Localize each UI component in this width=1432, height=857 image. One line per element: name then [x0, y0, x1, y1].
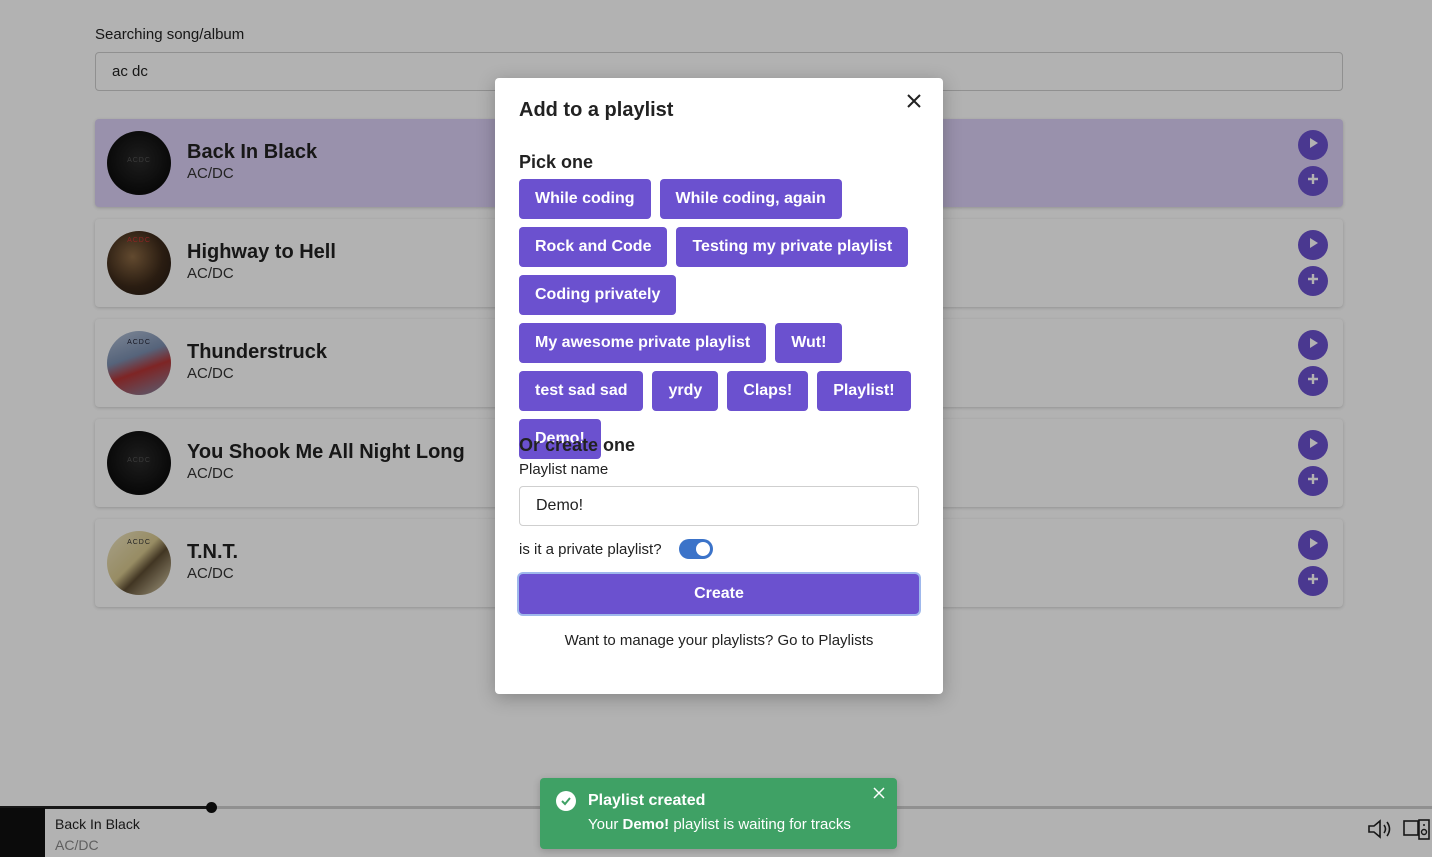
playlist-chips: While coding While coding, again Rock an… [519, 179, 927, 459]
playlist-chip[interactable]: Coding privately [519, 275, 677, 315]
add-to-playlist-dialog: Add to a playlist Pick one While coding … [495, 78, 943, 694]
playlist-chip[interactable]: While coding, again [659, 179, 842, 219]
playlist-chip[interactable]: While coding [519, 179, 651, 219]
toast-message-suffix: playlist is waiting for tracks [673, 816, 851, 833]
toggle-knob [696, 542, 710, 556]
playlist-chip[interactable]: Playlist! [817, 371, 911, 411]
playlist-chip[interactable]: test sad sad [519, 371, 644, 411]
playlist-name-value: Demo! [536, 497, 584, 514]
check-circle-icon [556, 791, 576, 811]
playlist-chip[interactable]: My awesome private playlist [519, 323, 767, 363]
playlist-chip[interactable]: Testing my private playlist [676, 227, 909, 267]
pick-one-heading: Pick one [519, 152, 594, 172]
playlist-chip[interactable]: Claps! [727, 371, 809, 411]
close-button[interactable] [903, 92, 925, 114]
playlist-name-label: Playlist name [519, 461, 609, 478]
playlist-chip[interactable]: yrdy [652, 371, 719, 411]
manage-playlists-link[interactable]: Want to manage your playlists? Go to Pla… [495, 632, 943, 649]
playlist-chip[interactable]: Rock and Code [519, 227, 668, 267]
toast-close-button[interactable] [873, 786, 887, 800]
toast-playlist-name: Demo! [622, 816, 670, 833]
playlist-name-input[interactable]: Demo! [519, 486, 919, 526]
success-toast: Playlist created Your Demo! playlist is … [540, 778, 897, 849]
private-toggle[interactable] [679, 539, 713, 559]
toast-message-prefix: Your [588, 816, 619, 833]
create-one-heading: Or create one [519, 435, 636, 455]
create-button[interactable]: Create [519, 574, 919, 614]
playlist-chip[interactable]: Wut! [775, 323, 843, 363]
close-icon [906, 93, 922, 114]
private-toggle-label: is it a private playlist? [519, 541, 662, 558]
toast-message: Your Demo! playlist is waiting for track… [588, 816, 851, 833]
dialog-title: Add to a playlist [519, 99, 674, 121]
toast-title: Playlist created [588, 792, 706, 809]
close-icon [873, 786, 885, 803]
